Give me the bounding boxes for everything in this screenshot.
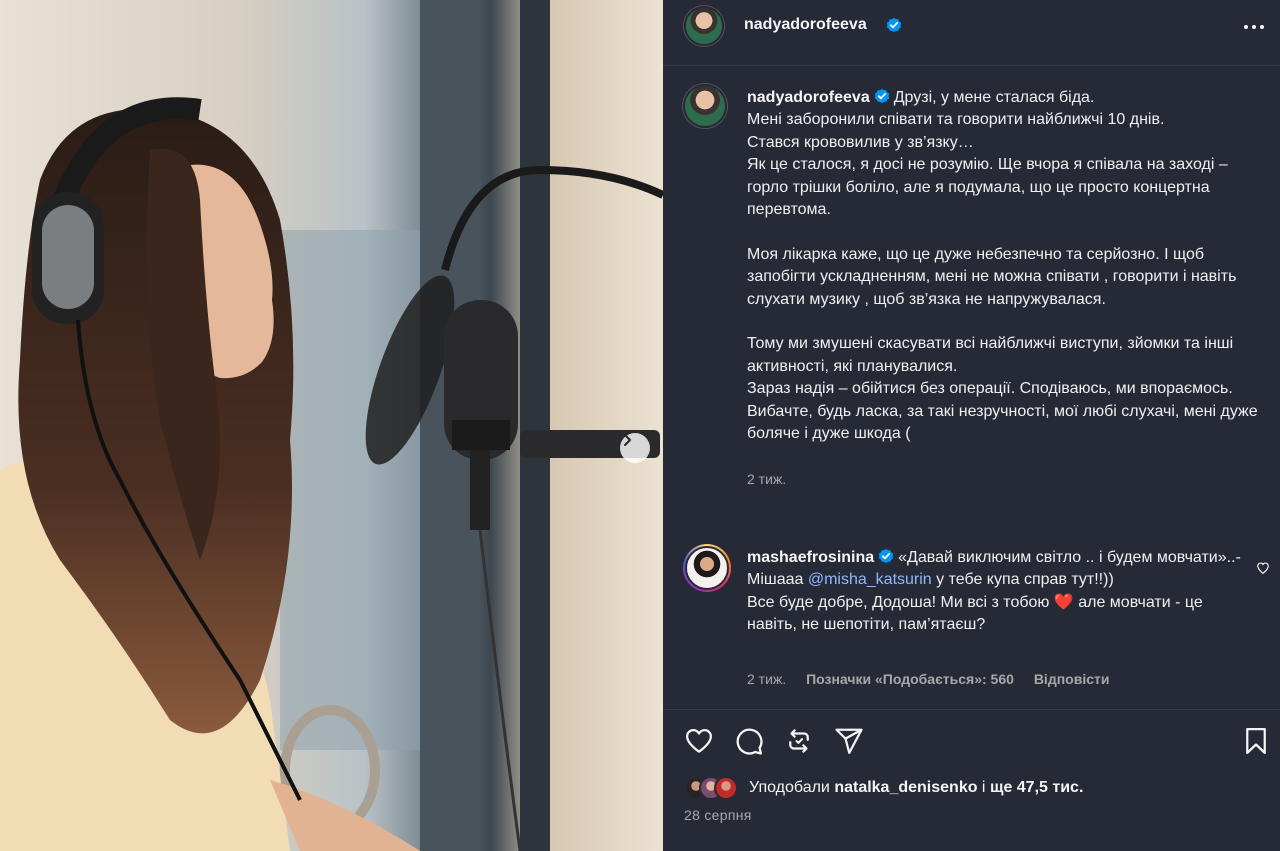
- header-username[interactable]: nadyadorofeeva: [744, 16, 867, 34]
- repost-icon[interactable]: [784, 726, 814, 756]
- bookmark-icon[interactable]: [1241, 726, 1271, 756]
- comment-likes[interactable]: Позначки «Подобається»: 560: [806, 671, 1014, 687]
- caption: nadyadorofeeva Друзі, у мене сталася біда…: [747, 87, 1267, 491]
- verified-badge: [882, 17, 902, 36]
- comment-username[interactable]: mashaefrosinina: [747, 549, 874, 566]
- liked-user-link[interactable]: natalka_denisenko: [834, 779, 977, 796]
- heart-emoji: ❤️: [1053, 593, 1074, 611]
- post-header: nadyadorofeeva: [663, 0, 1280, 66]
- chevron-right-icon: [624, 434, 631, 446]
- liked-count-link[interactable]: ще 47,5 тис.: [990, 779, 1083, 796]
- more-icon[interactable]: [1243, 16, 1265, 38]
- caption-username[interactable]: nadyadorofeeva: [747, 89, 870, 106]
- author-avatar[interactable]: [684, 6, 724, 46]
- heart-icon[interactable]: [684, 726, 714, 756]
- actions-bar: Уподобали natalka_denisenko і ще 47,5 ти…: [663, 709, 1280, 851]
- likes-summary: Уподобали natalka_denisenko і ще 47,5 ти…: [684, 776, 1083, 800]
- comment-meta: 2 тиж. Позначки «Подобається»: 560 Відпо…: [747, 671, 1125, 687]
- comment-avatar[interactable]: [683, 544, 731, 592]
- post-photo: [0, 0, 663, 851]
- comment-icon[interactable]: [734, 726, 764, 756]
- share-icon[interactable]: [834, 726, 864, 756]
- caption-time[interactable]: 2 тиж.: [747, 471, 786, 487]
- verified-icon: [874, 88, 889, 104]
- comment-like-heart-icon[interactable]: [1256, 561, 1270, 575]
- comment-text: mashaefrosinina «Давай виключим світло ..…: [747, 547, 1247, 637]
- photo-illustration: [0, 0, 663, 851]
- comment-time[interactable]: 2 тиж.: [747, 671, 786, 687]
- verified-icon: [886, 17, 902, 33]
- liked-middle: і: [977, 779, 990, 796]
- caption-avatar[interactable]: [683, 84, 727, 128]
- caption-text: Друзі, у мене сталася біда. Мені заборон…: [747, 89, 1258, 443]
- likes-text: Уподобали natalka_denisenko і ще 47,5 ти…: [749, 779, 1083, 797]
- liked-prefix: Уподобали: [749, 779, 835, 796]
- comment-mention-link[interactable]: @misha_katsurin: [808, 571, 932, 588]
- post-date[interactable]: 28 серпня: [684, 807, 752, 823]
- next-photo-button[interactable]: [620, 433, 650, 463]
- liker-avatar: [714, 776, 738, 800]
- reply-button[interactable]: Відповісти: [1034, 671, 1110, 687]
- post-panel: nadyadorofeeva nadyadorofeeva Друзі, у ме…: [663, 0, 1280, 851]
- verified-icon: [878, 548, 894, 564]
